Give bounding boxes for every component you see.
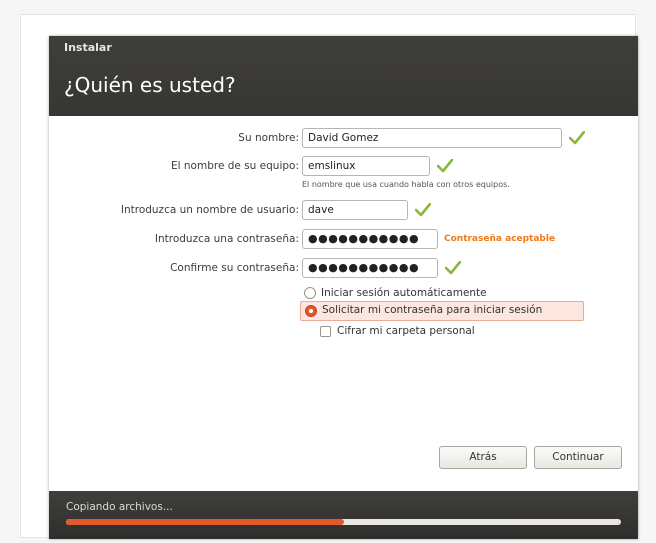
- window-title: Instalar: [64, 41, 112, 54]
- progress-fill: [66, 519, 344, 525]
- progress-footer: Copiando archivos...: [49, 491, 638, 539]
- page-title: ¿Quién es usted?: [64, 73, 236, 97]
- username-field[interactable]: dave: [302, 200, 408, 220]
- auto-login-radio[interactable]: [304, 287, 316, 299]
- password-field[interactable]: ●●●●●●●●●●●: [302, 229, 438, 249]
- installer-window: Instalar ¿Quién es usted? Su nombre: Dav…: [49, 36, 638, 539]
- back-button[interactable]: Atrás: [439, 446, 527, 469]
- computer-name-hint: El nombre que usa cuando habla con otros…: [302, 180, 510, 189]
- confirm-password-field[interactable]: ●●●●●●●●●●●: [302, 258, 438, 278]
- require-password-radio[interactable]: [305, 305, 317, 317]
- progress-bar: [66, 519, 621, 525]
- username-label: Introduzca un nombre de usuario:: [120, 204, 299, 216]
- window-header: Instalar ¿Quién es usted?: [49, 36, 638, 116]
- encrypt-home-checkbox[interactable]: [320, 326, 331, 337]
- require-password-label: Solicitar mi contraseña para iniciar ses…: [322, 304, 543, 316]
- encrypt-home-label: Cifrar mi carpeta personal: [337, 325, 475, 337]
- name-label: Su nombre:: [238, 132, 299, 144]
- check-icon: [437, 159, 453, 173]
- confirm-password-label: Confirme su contraseña:: [170, 262, 299, 274]
- continue-button[interactable]: Continuar: [534, 446, 622, 469]
- encrypt-home-option[interactable]: Cifrar mi carpeta personal: [317, 322, 537, 342]
- status-text: Copiando archivos...: [66, 501, 173, 513]
- computer-name-label: El nombre de su equipo:: [171, 160, 299, 172]
- auto-login-label: Iniciar sesión automáticamente: [321, 287, 487, 299]
- check-icon: [415, 203, 431, 217]
- name-field[interactable]: David Gomez: [302, 128, 562, 148]
- user-form: Su nombre: David Gomez El nombre de su e…: [49, 116, 638, 511]
- computer-name-field[interactable]: emslinux: [302, 156, 430, 176]
- password-strength: Contraseña aceptable: [444, 234, 556, 244]
- check-icon: [569, 131, 585, 145]
- require-password-option[interactable]: Solicitar mi contraseña para iniciar ses…: [300, 301, 584, 321]
- password-label: Introduzca una contraseña:: [154, 233, 299, 245]
- check-icon: [445, 261, 461, 275]
